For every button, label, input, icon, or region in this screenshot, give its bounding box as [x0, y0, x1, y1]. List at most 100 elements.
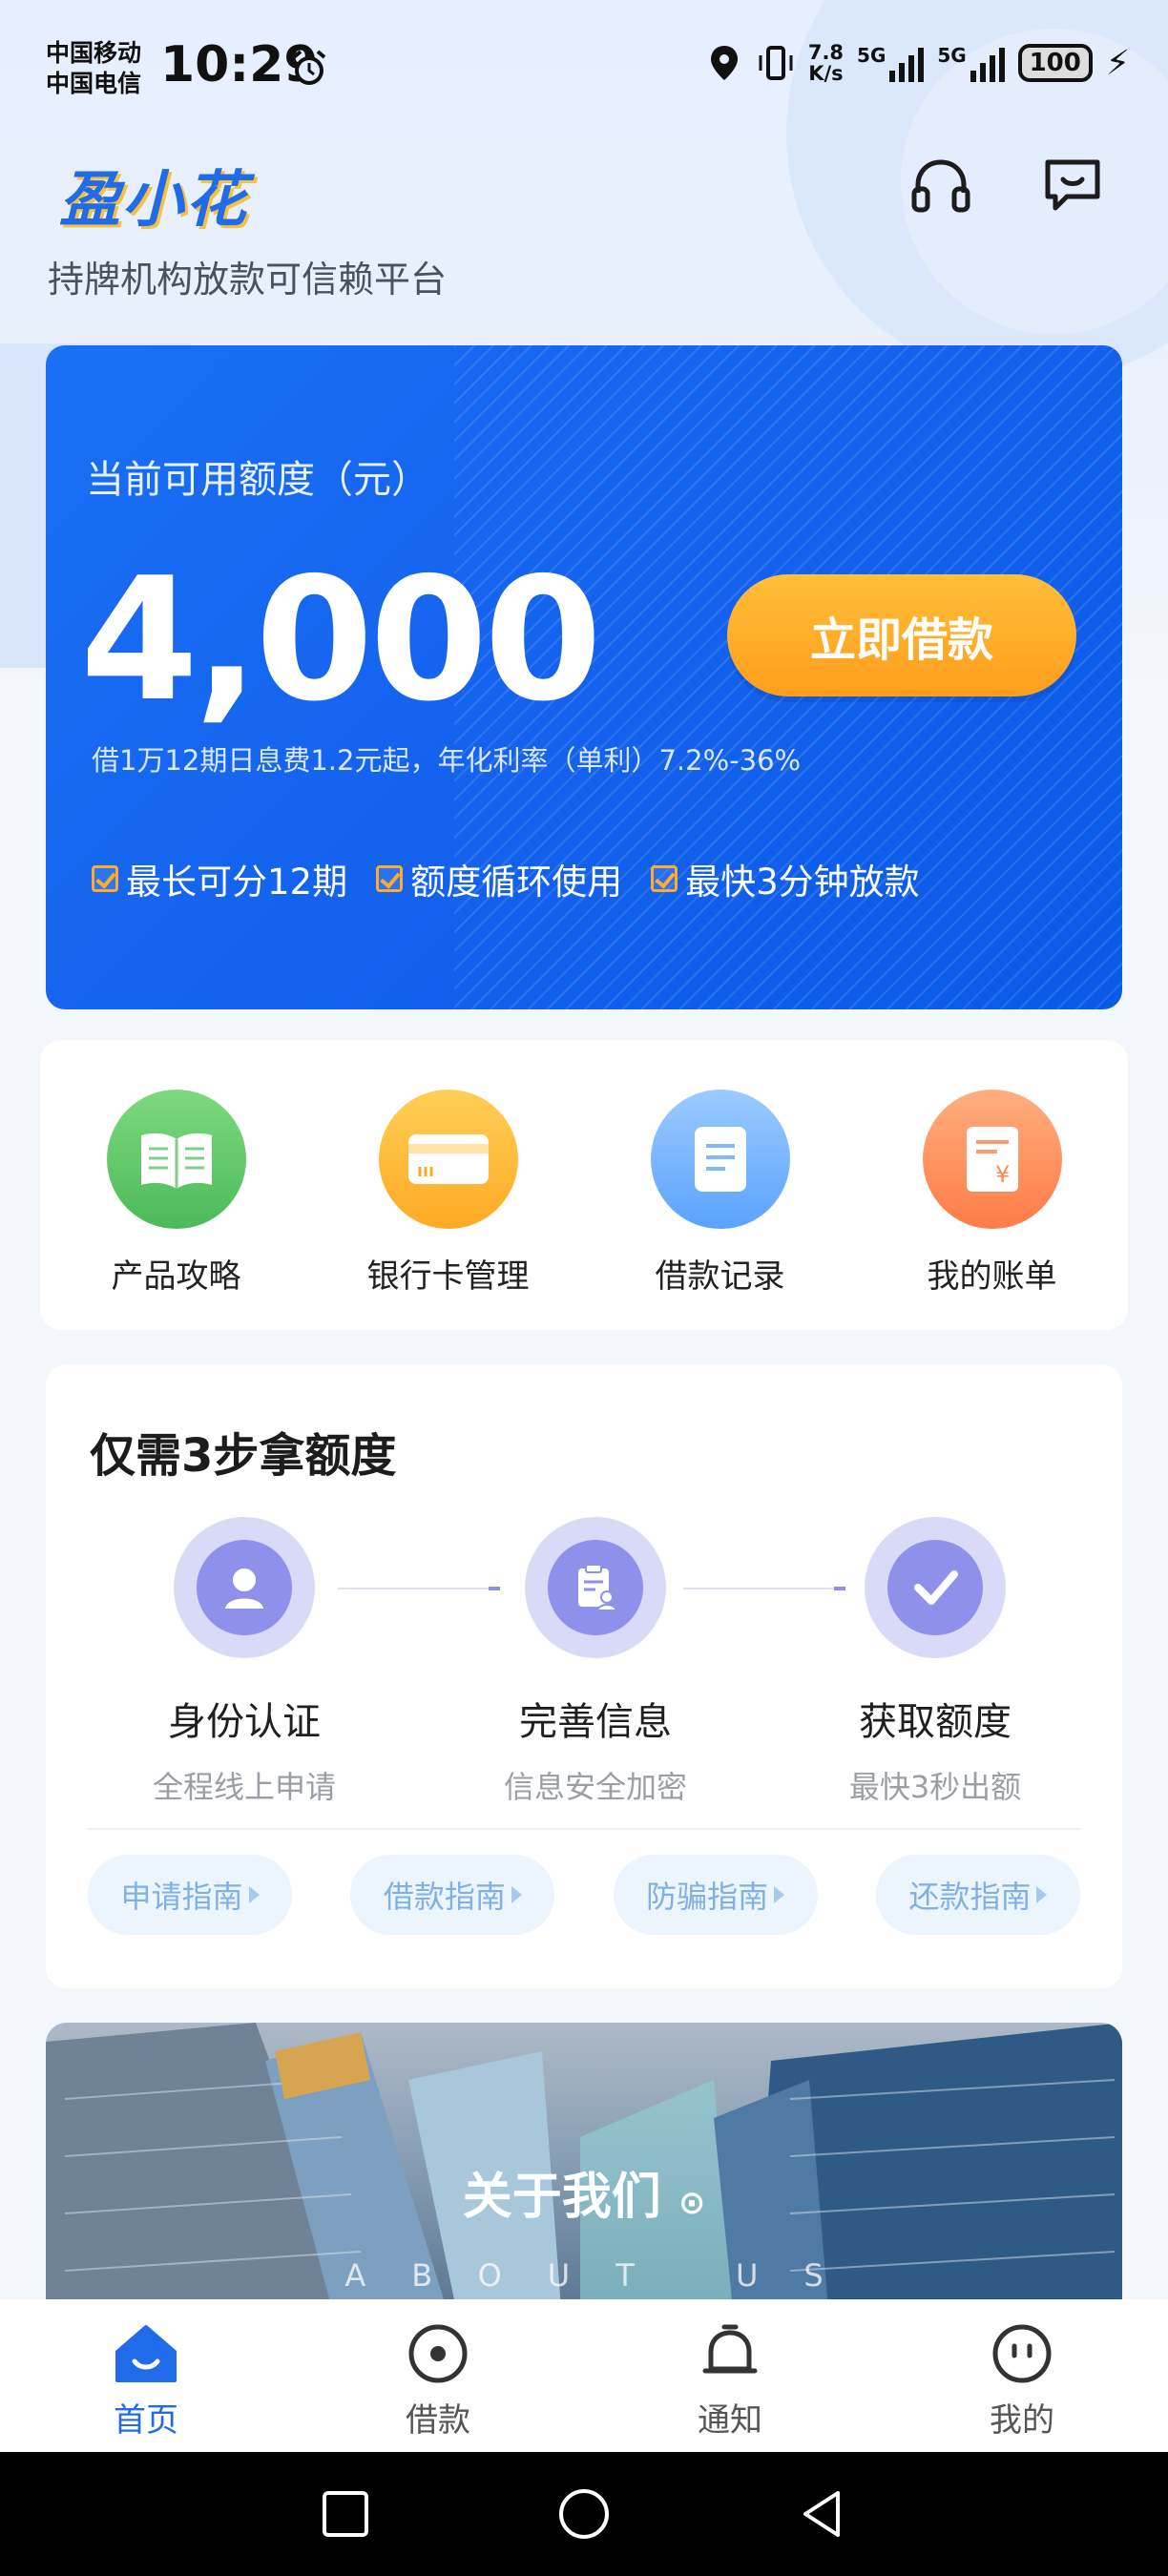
about-title-text: 关于我们	[462, 2169, 661, 2226]
anti-fraud-guide-button[interactable]: 防骗指南	[613, 1855, 818, 1935]
credit-label: 当前可用额度（元）	[86, 458, 429, 502]
steps-title: 仅需3步拿额度	[90, 1429, 397, 1483]
feature-label: 最长可分12期	[126, 862, 348, 903]
step-subtitle: 全程线上申请	[152, 1769, 336, 1805]
credit-limit-card: 当前可用额度（元） 4,000 立即借款 借1万12期日息费1.2元起，年化利率…	[46, 345, 1122, 1009]
arrow-right-icon	[248, 1886, 260, 1903]
step-title: 获取额度	[859, 1700, 1012, 1744]
step-icon-ring	[174, 1517, 315, 1658]
clipboard-user-icon	[548, 1540, 643, 1635]
borrow-now-button[interactable]: 立即借款	[727, 574, 1076, 696]
message-icon[interactable]	[1038, 151, 1107, 219]
step-subtitle: 最快3秒出额	[848, 1769, 1022, 1805]
charging-icon: ⚡	[1105, 43, 1130, 83]
guide-label: 防骗指南	[646, 1879, 769, 1915]
shortcut-product-guide[interactable]: 产品攻略	[57, 1090, 296, 1330]
checkbox-icon	[651, 865, 678, 892]
document-icon	[650, 1090, 790, 1229]
check-icon	[887, 1540, 983, 1635]
step-title: 完善信息	[519, 1700, 672, 1744]
feature-item: 额度循环使用	[376, 853, 622, 904]
signal-bar	[908, 55, 915, 82]
shortcut-bank-card[interactable]: 银行卡管理	[329, 1090, 568, 1330]
step-limit: 获取额度 最快3秒出额	[792, 1517, 1078, 1807]
step-icon-ring	[525, 1517, 666, 1658]
signal-bar	[998, 48, 1005, 82]
step-identity: 身份认证 全程线上申请	[101, 1517, 387, 1807]
net-speed-value: 7.8	[807, 41, 845, 64]
feature-label: 最快3分钟放款	[685, 862, 920, 903]
signal-1: 5G	[857, 44, 925, 82]
system-navigation-bar	[0, 2452, 1168, 2576]
nav-label: 通知	[698, 2400, 762, 2440]
guide-label: 借款指南	[383, 1879, 506, 1915]
headset-icon[interactable]	[907, 151, 975, 219]
home-button-icon[interactable]	[555, 2485, 613, 2543]
shortcut-label: 我的账单	[927, 1257, 1057, 1296]
carrier-2: 中国电信	[46, 70, 142, 97]
arrow-right-icon	[1036, 1886, 1048, 1903]
steps-panel: 仅需3步拿额度 身份认证 全程线上申请 完善信息 信息安全加密 获取额度 最快3…	[46, 1364, 1122, 1988]
guide-label: 还款指南	[908, 1879, 1032, 1915]
nav-label: 借款	[406, 2400, 470, 2440]
alarm-icon	[292, 50, 326, 85]
signal-1-label: 5G	[857, 44, 886, 67]
feature-item: 最快3分钟放款	[651, 853, 920, 904]
about-subtitle: ABOUT US	[344, 2257, 869, 2294]
status-bar: 中国移动 中国电信 10:29 7.8 K/s 5G 5G 100 ⚡	[0, 0, 1168, 134]
vibrate-icon	[759, 46, 793, 80]
nav-label: 我的	[990, 2400, 1054, 2440]
guide-label: 申请指南	[120, 1879, 243, 1915]
nav-profile[interactable]: 我的	[927, 2319, 1117, 2441]
step-title: 身份认证	[168, 1700, 321, 1744]
rate-disclosure: 借1万12期日息费1.2元起，年化利率（单利）7.2%-36%	[92, 744, 802, 777]
svg-text:¥: ¥	[995, 1161, 1010, 1188]
tagline: 持牌机构放款可信赖平台	[48, 259, 448, 301]
battery-indicator: 100	[1017, 44, 1093, 82]
checkbox-icon	[376, 865, 404, 892]
recent-apps-icon[interactable]	[317, 2485, 374, 2543]
carrier-info: 中国移动 中国电信	[46, 38, 141, 99]
back-icon[interactable]	[794, 2485, 851, 2543]
nav-notifications[interactable]: 通知	[635, 2319, 825, 2441]
status-icons: 7.8 K/s 5G 5G 100 ⚡	[705, 42, 1130, 84]
book-icon	[106, 1090, 246, 1229]
app-logo: 盈小花	[59, 165, 248, 236]
shortcut-label: 借款记录	[655, 1257, 785, 1296]
checkbox-icon	[92, 865, 118, 892]
bottom-navigation: 首页 借款 通知 我的	[0, 2299, 1168, 2452]
arrow-right-icon	[774, 1886, 785, 1903]
location-icon	[710, 46, 738, 80]
about-us-banner[interactable]: 关于我们 ⊙ ABOUT US	[46, 2023, 1122, 2309]
signal-2: 5G	[937, 44, 1005, 82]
shortcut-loan-records[interactable]: 借款记录	[601, 1090, 840, 1330]
repayment-guide-button[interactable]: 还款指南	[875, 1855, 1080, 1935]
step-info: 完善信息 信息安全加密	[452, 1517, 739, 1807]
circle-arrow-icon: ⊙	[678, 2184, 706, 2222]
network-speed: 7.8 K/s	[808, 42, 844, 84]
feature-list: 最长可分12期 额度循环使用 最快3分钟放款	[92, 853, 920, 904]
step-subtitle: 信息安全加密	[503, 1769, 687, 1805]
loan-guide-button[interactable]: 借款指南	[350, 1855, 555, 1935]
about-title: 关于我们 ⊙	[46, 2156, 1122, 2228]
bank-card-icon	[378, 1090, 518, 1229]
signal-bar	[970, 71, 976, 82]
shortcut-my-bill[interactable]: ¥ 我的账单	[873, 1090, 1112, 1330]
shortcut-label: 产品攻略	[111, 1257, 241, 1296]
apply-guide-button[interactable]: 申请指南	[88, 1855, 292, 1935]
signal-bar	[918, 48, 925, 82]
signal-2-label: 5G	[937, 44, 967, 67]
app-screen: 中国移动 中国电信 10:29 7.8 K/s 5G 5G 100 ⚡ 盈小花 …	[0, 0, 1168, 2576]
nav-home[interactable]: 首页	[51, 2319, 241, 2441]
step-icon-ring	[865, 1517, 1006, 1658]
signal-bar	[979, 63, 986, 82]
user-icon	[197, 1540, 292, 1635]
divider	[88, 1828, 1080, 1830]
signal-bar	[989, 55, 995, 82]
carrier-1: 中国移动	[46, 39, 142, 67]
nav-loan[interactable]: 借款	[343, 2319, 533, 2441]
feature-item: 最长可分12期	[92, 853, 347, 904]
feature-label: 额度循环使用	[410, 862, 623, 903]
signal-bar	[889, 71, 896, 82]
shortcut-grid: 产品攻略 银行卡管理 借款记录 ¥ 我的账单	[40, 1040, 1128, 1330]
